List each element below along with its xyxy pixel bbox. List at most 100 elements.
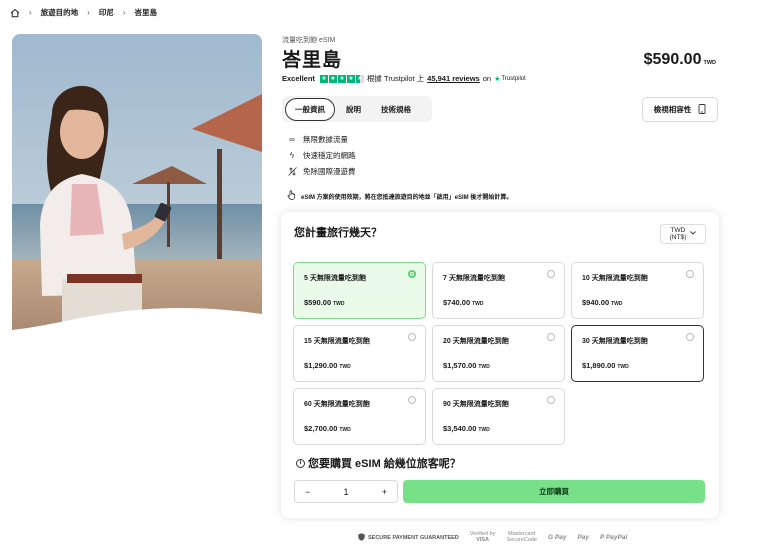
payment-methods: SECURE PAYMENT GUARANTEED Verified by VIS…: [358, 531, 627, 543]
apple-pay-text: Pay: [577, 534, 590, 541]
paypal-logo: P PayPal: [600, 534, 627, 541]
plan-radio[interactable]: [686, 270, 694, 278]
trustpilot-star-icon: ★: [494, 75, 501, 83]
page-title: 峇里島: [282, 50, 343, 71]
check-compatibility-button[interactable]: 檢視相容性: [642, 97, 718, 122]
trustpilot-prefix: 根據 Trustpilot 上: [366, 74, 425, 83]
product-eyebrow: 流量吃到飽 eSIM: [282, 37, 336, 44]
plan-radio[interactable]: [408, 396, 416, 404]
verified-by-visa-logo: Verified by VISA: [470, 531, 496, 543]
currency-value: TWD (NT$): [670, 227, 687, 241]
plan-price-amount: $1,890.00: [582, 361, 616, 370]
hero-image: [12, 34, 262, 336]
tab-tech-specs[interactable]: 技術規格: [372, 99, 420, 120]
breadcrumb-indonesia[interactable]: 印尼: [99, 7, 114, 18]
plan-price-currency: TWD: [339, 364, 351, 370]
price-amount: $590.00: [643, 51, 702, 68]
plan-name: 5 天無限流量吃到飽: [304, 275, 366, 282]
plan-radio[interactable]: [408, 270, 416, 278]
no-roaming-icon: [287, 166, 297, 176]
compatibility-label: 檢視相容性: [653, 105, 692, 114]
plan-price-amount: $1,290.00: [304, 361, 338, 370]
star-icon: ★: [319, 74, 328, 83]
plan-price-currency: TWD: [472, 301, 484, 307]
currency-code: TWD: [670, 226, 686, 234]
trip-length-question: 您計畫旅行幾天？: [294, 227, 382, 239]
mastercard-securecode-logo: Mastercard SecureCode: [506, 531, 538, 543]
plan-option[interactable]: 5 天無限流量吃到飽 $590.00 TWD: [293, 262, 426, 319]
plan-option[interactable]: 10 天無限流量吃到飽 $940.00 TWD: [571, 262, 704, 319]
hand-pointer-icon: [287, 190, 296, 202]
plan-price-amount: $590.00: [304, 298, 332, 307]
info-tabs: 一般資訊 說明 技術規格: [282, 96, 432, 122]
infinity-icon: ∞: [289, 134, 295, 144]
securecode-text: SecureCode: [506, 536, 538, 543]
decrement-button[interactable]: −: [305, 487, 310, 497]
plan-option[interactable]: 20 天無限流量吃到飽 $1,570.00 TWD: [432, 325, 565, 382]
plan-name: 60 天無限流量吃到飽: [304, 401, 370, 408]
buy-now-button[interactable]: 立即購買: [403, 480, 705, 503]
plan-price: $1,570.00 TWD: [443, 361, 490, 370]
plan-radio[interactable]: [547, 270, 555, 278]
apple-pay-logo: Pay: [577, 534, 589, 541]
feature-label: 無限數據流量: [303, 134, 348, 144]
phone-icon: [698, 103, 706, 116]
product-price: $590.00 TWD: [644, 51, 716, 69]
feature-label: 免除國際漫遊費: [303, 166, 356, 176]
increment-button[interactable]: +: [382, 487, 387, 497]
plan-price-amount: $3,540.00: [443, 424, 477, 433]
breadcrumb: › 旅遊目的地 › 印尼 › 峇里島: [10, 7, 157, 18]
currency-symbol: (NT$): [669, 234, 687, 241]
plan-radio[interactable]: [686, 333, 694, 341]
plan-name: 90 天無限流量吃到飽: [443, 401, 509, 408]
breadcrumb-separator: ›: [29, 8, 32, 17]
plan-option[interactable]: 30 天無限流量吃到飽 $1,890.00 TWD: [571, 325, 704, 382]
plan-option[interactable]: 60 天無限流量吃到飽 $2,700.00 TWD: [293, 388, 426, 445]
trustpilot-logo: ★ Trustpilot: [494, 75, 526, 83]
feature-item: ∞ 無限數據流量: [287, 131, 356, 147]
plan-price-currency: TWD: [478, 427, 490, 433]
breadcrumb-destinations[interactable]: 旅遊目的地: [41, 7, 79, 18]
feature-list: ∞ 無限數據流量 ϟ 快速穩定的網路 免除國際漫遊費: [287, 131, 356, 179]
trustpilot-rating[interactable]: Excellent ★ ★ ★ ★ ★ 根據 Trustpilot 上 45,9…: [282, 73, 526, 84]
plan-radio[interactable]: [547, 333, 555, 341]
half-star-icon: ★: [355, 74, 364, 83]
info-icon[interactable]: i: [296, 458, 305, 468]
rating-label: Excellent: [282, 74, 315, 83]
feature-item: 免除國際漫遊費: [287, 163, 356, 179]
validity-notice: eSIM 方案的使用效期，將在您抵達旅遊目的地並「啟用」eSIM 後才開始計算。: [287, 190, 512, 202]
plan-price-amount: $940.00: [582, 298, 610, 307]
plan-option[interactable]: 7 天無限流量吃到飽 $740.00 TWD: [432, 262, 565, 319]
tab-description[interactable]: 說明: [337, 99, 370, 120]
plan-option[interactable]: 15 天無限流量吃到飽 $1,290.00 TWD: [293, 325, 426, 382]
secure-payment-badge: SECURE PAYMENT GUARANTEED: [358, 532, 459, 543]
plan-price: $1,890.00 TWD: [582, 361, 629, 370]
plan-option[interactable]: 90 天無限流量吃到飽 $3,540.00 TWD: [432, 388, 565, 445]
tab-general-info[interactable]: 一般資訊: [285, 97, 335, 121]
plan-price-amount: $740.00: [443, 298, 471, 307]
plan-name: 10 天無限流量吃到飽: [582, 275, 648, 282]
currency-select[interactable]: TWD (NT$): [660, 224, 706, 244]
star-icon: ★: [346, 74, 355, 83]
plan-radio[interactable]: [547, 396, 555, 404]
plan-price: $940.00 TWD: [582, 298, 623, 307]
plan-price-currency: TWD: [611, 301, 623, 307]
feature-label: 快速穩定的網路: [303, 150, 356, 160]
feature-item: ϟ 快速穩定的網路: [287, 147, 356, 163]
home-icon[interactable]: [10, 8, 20, 18]
quantity-value[interactable]: 1: [343, 487, 348, 497]
plan-price: $2,700.00 TWD: [304, 424, 351, 433]
reviews-link[interactable]: 45,941 reviews: [427, 74, 480, 83]
star-icon: ★: [337, 74, 346, 83]
plan-price-currency: TWD: [333, 301, 345, 307]
plan-radio[interactable]: [408, 333, 416, 341]
google-pay-logo: G Pay: [548, 534, 567, 541]
paypal-icon: P: [600, 534, 605, 541]
plan-grid: 5 天無限流量吃到飽 $590.00 TWD 7 天無限流量吃到飽 $740.00…: [293, 262, 706, 445]
plan-price-currency: TWD: [478, 364, 490, 370]
plan-selector-card: 您計畫旅行幾天？ TWD (NT$) 5 天無限流量吃到飽 $590.00 TWD …: [281, 212, 719, 518]
plan-price-amount: $1,570.00: [443, 361, 477, 370]
trustpilot-brand: Trustpilot: [501, 75, 526, 82]
breadcrumb-separator: ›: [87, 8, 90, 17]
breadcrumb-bali: 峇里島: [134, 8, 158, 17]
